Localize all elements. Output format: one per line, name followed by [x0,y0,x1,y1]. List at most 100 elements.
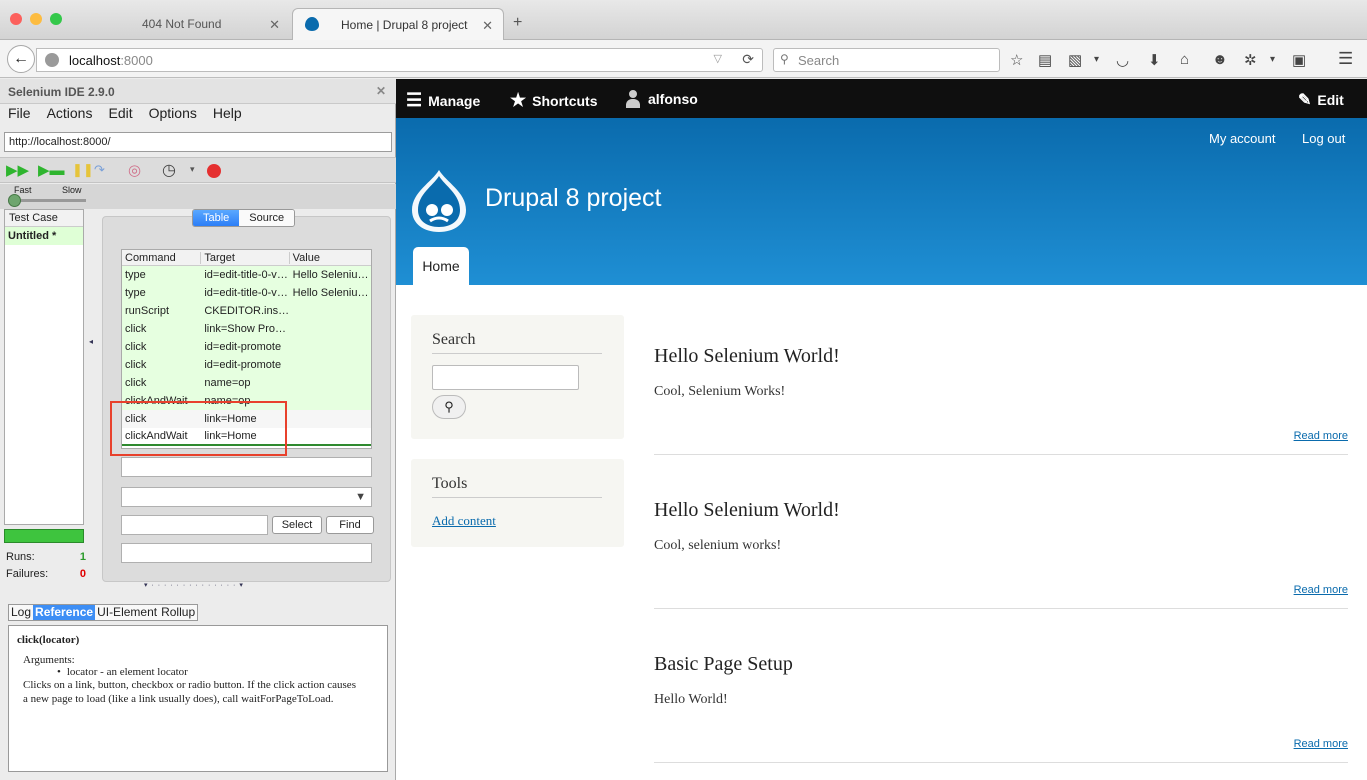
tab-ui-element[interactable]: UI-Element [95,605,159,620]
hamburger-menu-icon[interactable]: ☰ [1338,49,1353,69]
close-tab-icon[interactable]: ✕ [269,17,280,33]
tab-rollup[interactable]: Rollup [159,605,197,620]
browser-tab-404[interactable]: 404 Not Found ✕ [90,8,290,40]
close-ide-icon[interactable]: ✕ [376,84,386,98]
home-icon[interactable]: ⌂ [1180,51,1189,68]
url-port: :8000 [120,52,153,68]
site-header: My account Log out Drupal 8 project Home [396,118,1367,285]
chat-icon[interactable]: ☻ [1212,51,1228,68]
play-current-icon[interactable]: ▶▬ [38,161,65,179]
tab-log[interactable]: Log [9,605,33,620]
menu-actions[interactable]: Actions [47,105,93,127]
table-row[interactable]: click link=Show Promotion [122,320,371,338]
close-tab-icon[interactable]: ✕ [482,18,493,34]
url-bar[interactable]: localhost:8000 ▽ ⟳ [36,48,763,72]
site-name[interactable]: Drupal 8 project [485,184,661,213]
table-row[interactable]: click id=edit-promote [122,338,371,356]
play-all-icon[interactable]: ▶▶ [6,161,29,179]
cell-target: id=edit-promote [204,341,282,353]
speed-handle[interactable] [8,194,21,207]
command-input[interactable] [121,457,372,477]
target-input[interactable] [121,515,268,535]
run-progress-bar [4,529,84,543]
article-title[interactable]: Hello Selenium World! [654,345,1348,368]
find-button[interactable]: Find [326,516,374,534]
pocket-icon[interactable]: ◡ [1116,51,1129,69]
chevron-down-icon[interactable]: ▾ [1270,54,1275,65]
browser-tab-home[interactable]: Home | Drupal 8 project ✕ [292,8,504,40]
toolbar-manage[interactable]: ☰ Manage [406,90,480,111]
zoom-window-button[interactable] [50,13,62,25]
table-row[interactable]: type id=edit-title-0-value Hello Selenium … [122,266,371,284]
pencil-icon: ✎ [1298,92,1312,109]
read-more-link[interactable]: Read more [1294,430,1348,442]
highlight-annotation [110,401,287,456]
pause-icon[interactable]: ❚❚ [72,162,94,178]
search-block: Search ⚲ [411,315,624,439]
close-window-button[interactable] [10,13,22,25]
home-tab[interactable]: Home [413,247,469,285]
step-icon[interactable]: ↷ [94,162,105,178]
new-tab-icon[interactable]: + [513,14,522,32]
back-button[interactable]: ← [7,45,35,73]
menu-help[interactable]: Help [213,105,242,127]
admin-toolbar: ☰ Manage ★ Shortcuts alfonso ✎ Edit [396,79,1367,118]
tab-table[interactable]: Table [193,210,240,226]
chevron-down-icon[interactable]: ▾ [190,164,195,175]
firebug-icon[interactable]: ✲ [1244,51,1257,69]
menu-file[interactable]: File [8,105,31,127]
download-icon[interactable]: ⬇ [1148,51,1161,69]
splitter-handle-icon[interactable]: ▾ · · · · · · · · · · · · · · ▾ [144,581,244,589]
schedule-clock-icon[interactable]: ◷ [162,160,176,180]
base-url-input[interactable]: http://localhost:8000/ [4,132,392,152]
selenium-addon-icon[interactable]: ▧ [1068,51,1082,69]
table-row[interactable]: type id=edit-title-0-value Hello Selenium … [122,284,371,302]
read-more-link[interactable]: Read more [1294,738,1348,750]
ide-menubar: File Actions Edit Options Help [0,105,396,127]
dropdown-icon[interactable]: ▽ [714,52,722,65]
toolbar-edit[interactable]: ✎ Edit [1298,90,1344,110]
command-select[interactable]: ▼ [121,487,372,507]
test-case-item[interactable]: Untitled * [5,227,83,245]
article-title[interactable]: Hello Selenium World! [654,499,1348,522]
bottom-tabs: Log Reference UI-Element Rollup [8,604,199,621]
column-command: Command [122,251,202,264]
test-case-list[interactable]: Test Case Untitled * [4,209,84,525]
table-row[interactable]: click id=edit-promote [122,356,371,374]
toolbar-user[interactable]: alfonso [626,90,698,108]
bookmark-star-icon[interactable]: ☆ [1010,51,1023,69]
tools-block: Tools Add content [411,459,624,547]
splitter-handle-icon[interactable]: ◂ [89,337,93,346]
toolbar-shortcuts[interactable]: ★ Shortcuts [510,90,597,111]
extension-icon[interactable]: ▣ [1292,51,1306,69]
logout-link[interactable]: Log out [1302,131,1345,146]
reload-icon[interactable]: ⟳ [742,51,754,68]
chevron-down-icon[interactable]: ▾ [1094,54,1099,65]
record-icon[interactable] [207,164,221,178]
tab-reference[interactable]: Reference [33,605,96,620]
minimize-window-button[interactable] [30,13,42,25]
menu-options[interactable]: Options [149,105,197,127]
read-more-link[interactable]: Read more [1294,584,1348,596]
reading-list-icon[interactable]: ▤ [1038,51,1052,69]
drupal-logo-icon[interactable] [410,168,468,234]
value-input[interactable] [121,543,372,563]
table-row[interactable]: runScript CKEDITOR.instances [122,302,371,320]
search-block-title: Search [432,331,476,348]
speed-slider[interactable]: Fast Slow [0,184,396,209]
globe-icon [45,53,59,67]
search-input[interactable] [432,365,579,390]
table-row[interactable]: click name=op [122,374,371,392]
rollup-icon[interactable]: ◎ [128,161,141,179]
add-content-link[interactable]: Add content [432,513,496,529]
tab-source[interactable]: Source [239,210,295,226]
search-bar[interactable]: ⚲ Search [773,48,1000,72]
cell-target: id=edit-title-0-value [204,269,290,281]
search-submit-button[interactable]: ⚲ [432,395,466,419]
tab-title: Home | Drupal 8 project [341,17,468,32]
my-account-link[interactable]: My account [1209,131,1275,146]
menu-edit[interactable]: Edit [108,105,132,127]
select-button[interactable]: Select [272,516,322,534]
url-host: localhost [69,52,121,68]
article-title[interactable]: Basic Page Setup [654,653,1348,676]
